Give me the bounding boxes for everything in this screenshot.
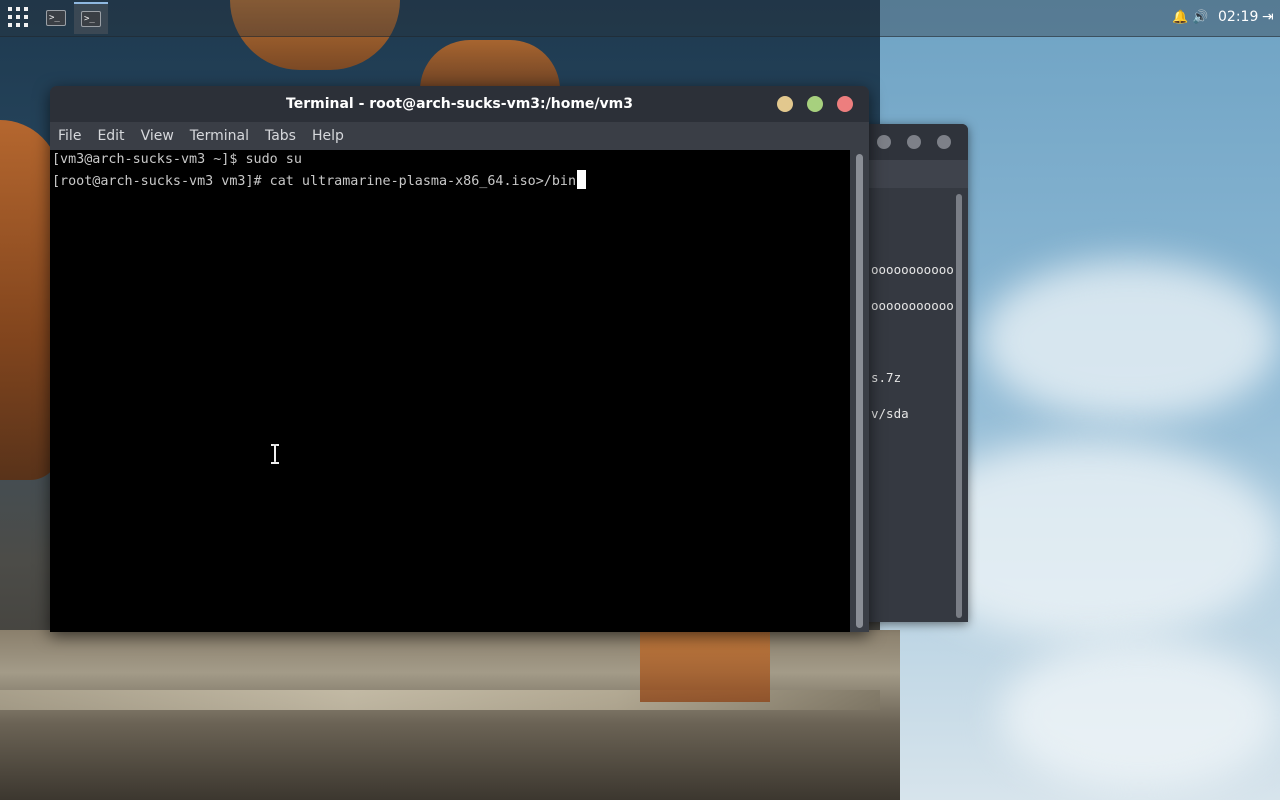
menu-file[interactable]: File: [50, 128, 89, 144]
background-terminal-line: v/sda: [871, 406, 909, 421]
terminal-line-text: [vm3@arch-sucks-vm3 ~]$ sudo su: [52, 152, 302, 167]
background-terminal-line: s.7z: [871, 370, 902, 385]
menu-tabs[interactable]: Tabs: [257, 128, 304, 144]
minimize-button[interactable]: [877, 135, 891, 149]
terminal-icon: >_: [81, 11, 101, 27]
bell-icon[interactable]: 🔔: [1172, 10, 1188, 26]
background-terminal-line: ooooooooooo: [871, 262, 954, 277]
maximize-button[interactable]: [807, 96, 823, 112]
menu-view[interactable]: View: [133, 128, 182, 144]
maximize-button[interactable]: [907, 135, 921, 149]
terminal-icon: >_: [46, 10, 66, 26]
menu-edit[interactable]: Edit: [89, 128, 132, 144]
terminal-window[interactable]: Terminal - root@arch-sucks-vm3:/home/vm3…: [50, 86, 869, 632]
speaker-icon[interactable]: 🔊: [1192, 10, 1208, 26]
logout-icon[interactable]: ⇥: [1262, 9, 1274, 25]
terminal-line: [vm3@arch-sucks-vm3 ~]$ sudo su: [52, 150, 302, 170]
menu-help[interactable]: Help: [304, 128, 352, 144]
background-terminal-line: ooooooooooo: [871, 298, 954, 313]
background-window-menubar: [858, 160, 968, 188]
window-titlebar[interactable]: Terminal - root@arch-sucks-vm3:/home/vm3: [50, 86, 869, 122]
desktop: >_ >_ 🔔 🔊 02:19 ⇥ ooooooooooo oooooooooo…: [0, 0, 1280, 800]
close-button[interactable]: [937, 135, 951, 149]
background-terminal-window[interactable]: ooooooooooo ooooooooooo s.7z v/sda: [858, 124, 968, 622]
terminal-line: [root@arch-sucks-vm3 vm3]# cat ultramari…: [52, 170, 587, 192]
terminal-line-text: [root@arch-sucks-vm3 vm3]# cat ultramari…: [52, 174, 577, 189]
wallpaper-orange-arch: [640, 632, 770, 702]
clock[interactable]: 02:19: [1218, 9, 1258, 25]
top-panel: >_ >_ 🔔 🔊 02:19 ⇥: [0, 0, 1280, 37]
close-button[interactable]: [837, 96, 853, 112]
taskbar-terminal-2[interactable]: >_: [74, 2, 108, 34]
window-title: Terminal - root@arch-sucks-vm3:/home/vm3: [286, 96, 633, 112]
minimize-button[interactable]: [777, 96, 793, 112]
background-window-content[interactable]: ooooooooooo ooooooooooo s.7z v/sda: [858, 188, 968, 622]
background-window-titlebar[interactable]: [858, 124, 968, 160]
mouse-ibeam-cursor: [270, 444, 280, 464]
taskbar-terminal-1[interactable]: >_: [39, 2, 73, 34]
app-grid-icon[interactable]: [8, 7, 28, 27]
scrollbar-thumb[interactable]: [856, 154, 863, 628]
wallpaper-cloud: [980, 260, 1280, 420]
menu-terminal[interactable]: Terminal: [182, 128, 257, 144]
text-cursor: [577, 170, 587, 189]
menu-bar: File Edit View Terminal Tabs Help: [50, 122, 869, 150]
wallpaper-cloud: [1000, 640, 1280, 790]
terminal-output[interactable]: [vm3@arch-sucks-vm3 ~]$ sudo su [root@ar…: [50, 150, 850, 632]
background-window-scrollbar[interactable]: [956, 194, 962, 618]
